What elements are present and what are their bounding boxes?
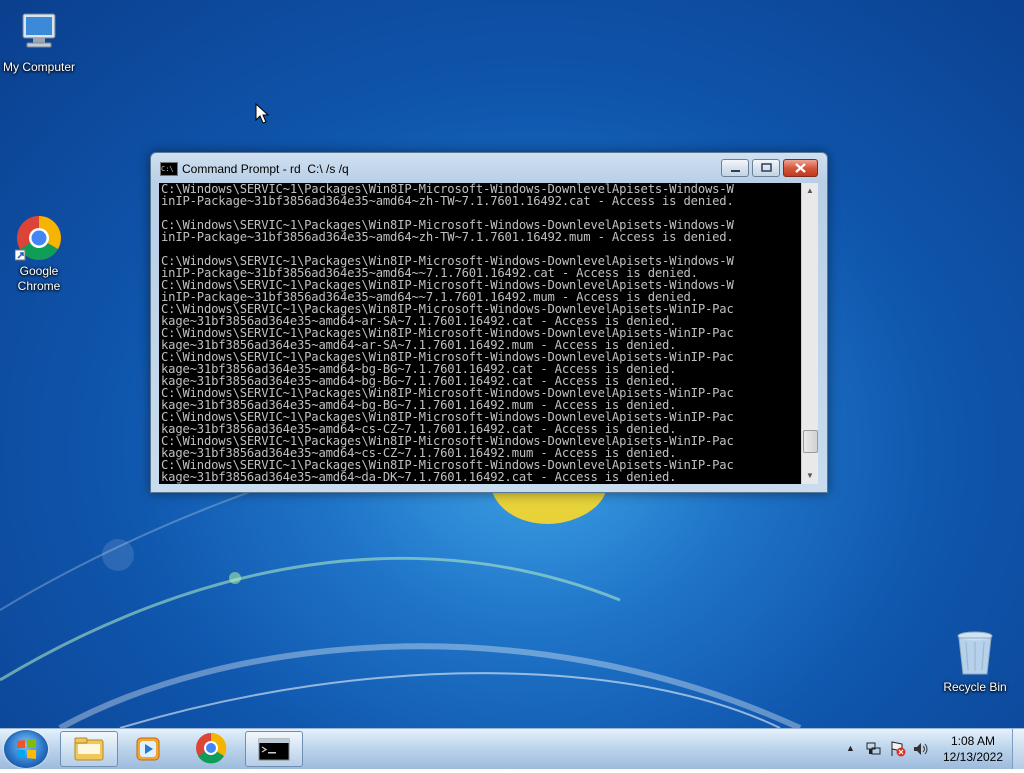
computer-icon	[15, 10, 63, 58]
taskbar-command-prompt-button[interactable]	[245, 731, 303, 767]
clock-time: 1:08 AM	[950, 734, 996, 748]
command-prompt-window[interactable]: C:\ Command Prompt - rd C:\ /s /q C:\Win…	[150, 152, 828, 493]
console-line: inIP-Package~31bf3856ad364e35~amd64~zh-T…	[161, 230, 734, 244]
scrollbar-thumb[interactable]	[803, 429, 818, 453]
show-desktop-button[interactable]	[1012, 729, 1024, 769]
close-icon	[795, 163, 806, 173]
desktop-icon-label: My Computer	[2, 60, 76, 74]
start-button[interactable]	[4, 730, 48, 768]
desktop: My Computer Google Chrome Recycle Bin C:…	[0, 0, 1024, 728]
recycle-bin-desktop-icon[interactable]: Recycle Bin	[936, 630, 1014, 695]
minimize-icon	[731, 170, 740, 172]
taskbar-clock[interactable]: 1:08 AM 12/13/2022	[936, 733, 1010, 765]
window-title: Command Prompt - rd C:\ /s /q	[182, 162, 349, 176]
vertical-scrollbar[interactable]: ▲ ▼	[801, 183, 818, 484]
command-prompt-icon: C:\	[160, 162, 178, 176]
windows-media-player-icon	[136, 737, 160, 761]
volume-icon[interactable]	[913, 741, 929, 757]
maximize-button[interactable]	[752, 159, 780, 177]
chrome-icon	[196, 732, 227, 764]
windows-explorer-icon	[74, 737, 104, 761]
clock-date: 12/13/2022	[942, 750, 1004, 764]
chrome-icon	[14, 214, 63, 262]
window-titlebar[interactable]: C:\ Command Prompt - rd C:\ /s /q	[151, 153, 827, 183]
show-hidden-icons-icon[interactable]: ▲	[846, 743, 855, 753]
taskbar-windows-explorer-button[interactable]	[60, 731, 118, 767]
my-computer-desktop-icon[interactable]: My Computer	[0, 10, 78, 75]
console-text: C:\Windows\SERVIC~1\Packages\Win8IP-Micr…	[159, 183, 801, 483]
console-output-area[interactable]: C:\Windows\SERVIC~1\Packages\Win8IP-Micr…	[159, 183, 801, 484]
windows-logo-icon	[17, 739, 36, 759]
close-button[interactable]	[783, 159, 818, 177]
google-chrome-desktop-icon[interactable]: Google Chrome	[0, 214, 78, 294]
desktop-icon-label: Google Chrome	[17, 264, 61, 293]
console-line: inIP-Package~31bf3856ad364e35~amd64~zh-T…	[161, 194, 734, 208]
console-line: kage~31bf3856ad364e35~amd64~da-DK~7.1.76…	[161, 470, 677, 484]
recycle-bin-icon	[951, 630, 999, 678]
taskbar-chrome-button[interactable]	[183, 731, 241, 767]
taskbar-media-player-button[interactable]	[120, 731, 178, 767]
mouse-cursor	[255, 103, 269, 124]
scroll-up-arrow-icon[interactable]: ▲	[802, 183, 818, 199]
scroll-down-arrow-icon[interactable]: ▼	[802, 468, 818, 484]
minimize-button[interactable]	[721, 159, 749, 177]
action-center-flag-icon[interactable]	[890, 741, 906, 757]
command-prompt-icon	[258, 738, 290, 761]
taskbar: ▲ 1:08 AM 12/13/2022	[0, 728, 1024, 769]
network-icon[interactable]	[866, 741, 882, 757]
maximize-icon	[761, 163, 772, 172]
desktop-icon-label: Recycle Bin	[943, 680, 1007, 694]
